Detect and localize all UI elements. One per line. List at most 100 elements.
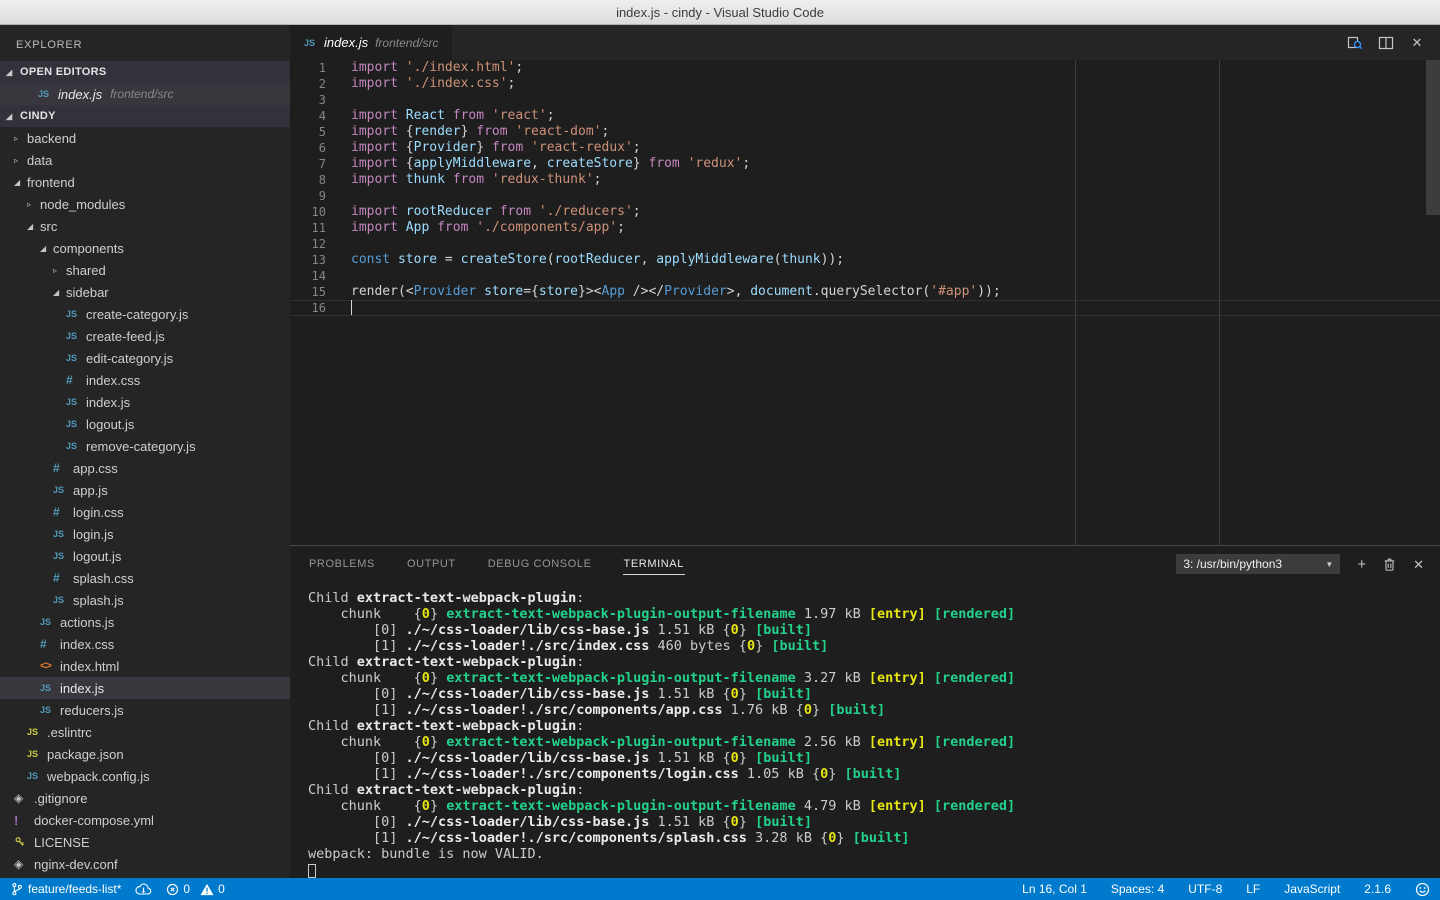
code-editor[interactable]: 1import './index.html';2import './index.… (290, 60, 1440, 545)
code-line-4[interactable]: 4import React from 'react'; (290, 108, 1440, 124)
code-line-13[interactable]: 13const store = createStore(rootReducer,… (290, 252, 1440, 268)
code-line-16[interactable]: 16 (290, 300, 1440, 316)
tree-file--eslintrc[interactable]: JS.eslintrc (0, 721, 290, 743)
terminal-picker[interactable]: 3: /usr/bin/python3 ▼ (1176, 554, 1340, 574)
tree-file-create-feed-js[interactable]: JScreate-feed.js (0, 325, 290, 347)
panel-tab-debug-console[interactable]: DEBUG CONSOLE (487, 554, 593, 574)
tree-file-app-js[interactable]: JSapp.js (0, 479, 290, 501)
tree-file-reducers-js[interactable]: JSreducers.js (0, 699, 290, 721)
tree-file-splash-js[interactable]: JSsplash.js (0, 589, 290, 611)
panel-header: PROBLEMS OUTPUT DEBUG CONSOLE TERMINAL 3: /… (290, 546, 1440, 582)
code-line-10[interactable]: 10import rootReducer from './reducers'; (290, 204, 1440, 220)
status-language-mode[interactable]: JavaScript (1284, 882, 1340, 896)
tree-file-index-html[interactable]: <>index.html (0, 655, 290, 677)
tree-file-login-js[interactable]: JSlogin.js (0, 523, 290, 545)
terminal-line (308, 862, 1440, 878)
git-branch-item[interactable]: feature/feeds-list* (10, 882, 121, 896)
tree-file-index-css[interactable]: #index.css (0, 369, 290, 391)
line-number: 15 (290, 284, 326, 300)
tree-file-create-category-js[interactable]: JScreate-category.js (0, 303, 290, 325)
tree-file-login-css[interactable]: #login.css (0, 501, 290, 523)
code-line-6[interactable]: 6import {Provider} from 'react-redux'; (290, 140, 1440, 156)
code-line-2[interactable]: 2import './index.css'; (290, 76, 1440, 92)
code-line-1[interactable]: 1import './index.html'; (290, 60, 1440, 76)
code-line-3[interactable]: 3 (290, 92, 1440, 108)
tab-detail: frontend/src (375, 36, 438, 50)
tree-file-remove-category-js[interactable]: JSremove-category.js (0, 435, 290, 457)
tree-folder-src[interactable]: ◢src (0, 215, 290, 237)
folder-section-header[interactable]: ◢ CINDY (0, 105, 290, 127)
tree-file-logout-js[interactable]: JSlogout.js (0, 545, 290, 567)
open-preview-icon[interactable] (1347, 35, 1363, 51)
problems-item[interactable]: 0 0 (166, 882, 224, 896)
editor-actions: ✕ (1347, 25, 1440, 60)
tree-file-app-css[interactable]: #app.css (0, 457, 290, 479)
code-line-7[interactable]: 7import {applyMiddleware, createStore} f… (290, 156, 1440, 172)
code-line-5[interactable]: 5import {render} from 'react-dom'; (290, 124, 1440, 140)
tree-file-package-json[interactable]: JSpackage.json (0, 743, 290, 765)
panel-tab-problems[interactable]: PROBLEMS (308, 554, 376, 574)
open-editor-item[interactable]: JSindex.jsfrontend/src (0, 83, 290, 105)
editor-scrollbar[interactable] (1426, 60, 1440, 215)
tab-title: index.js (324, 35, 368, 50)
panel-tab-output[interactable]: OUTPUT (406, 554, 457, 574)
tree-file-license[interactable]: LICENSE (0, 831, 290, 853)
code-line-14[interactable]: 14 (290, 268, 1440, 284)
tree-file-webpack-config-js[interactable]: JSwebpack.config.js (0, 765, 290, 787)
code-line-11[interactable]: 11import App from './components/app'; (290, 220, 1440, 236)
terminal-output[interactable]: Child extract-text-webpack-plugin: chunk… (290, 582, 1440, 878)
tab-index-js[interactable]: JS index.js frontend/src (290, 25, 452, 60)
tree-folder-backend[interactable]: ▹backend (0, 127, 290, 149)
tree-folder-data[interactable]: ▹data (0, 149, 290, 171)
new-terminal-icon[interactable]: + (1357, 557, 1366, 572)
tree-item-label: node_modules (40, 197, 125, 212)
js-file-icon: JS (27, 771, 44, 781)
title-bar: index.js - cindy - Visual Studio Code (0, 0, 1440, 25)
code-text: import thunk from 'redux-thunk'; (351, 172, 601, 188)
close-panel-icon[interactable]: ✕ (1413, 558, 1424, 571)
tree-item-label: create-feed.js (86, 329, 165, 344)
workbench: EXPLORER ◢ OPEN EDITORS JSindex.jsfronte… (0, 25, 1440, 878)
js-file-icon: JS (40, 705, 57, 715)
tree-file-index-css[interactable]: #index.css (0, 633, 290, 655)
code-line-9[interactable]: 9 (290, 188, 1440, 204)
tree-folder-sidebar[interactable]: ◢sidebar (0, 281, 290, 303)
line-number: 1 (290, 60, 326, 76)
tree-file--gitignore[interactable]: ◈.gitignore (0, 787, 290, 809)
status-indentation[interactable]: Spaces: 4 (1111, 882, 1164, 896)
tree-file-splash-css[interactable]: #splash.css (0, 567, 290, 589)
code-line-12[interactable]: 12 (290, 236, 1440, 252)
code-text: import './index.css'; (351, 76, 515, 92)
tree-file-index-js[interactable]: JSindex.js (0, 391, 290, 413)
kill-terminal-icon[interactable] (1383, 557, 1396, 571)
tree-file-logout-js[interactable]: JSlogout.js (0, 413, 290, 435)
tree-file-actions-js[interactable]: JSactions.js (0, 611, 290, 633)
tree-file-edit-category-js[interactable]: JSedit-category.js (0, 347, 290, 369)
terminal-line: webpack: bundle is now VALID. (308, 846, 1440, 862)
code-line-8[interactable]: 8import thunk from 'redux-thunk'; (290, 172, 1440, 188)
chevron-collapsed-icon: ▹ (14, 156, 27, 165)
error-count: 0 (183, 882, 190, 896)
close-editor-icon[interactable]: ✕ (1409, 35, 1425, 51)
tree-file-docker-compose-yml[interactable]: !docker-compose.yml (0, 809, 290, 831)
tree-file-nginx-dev-conf[interactable]: ◈nginx-dev.conf (0, 853, 290, 875)
status-encoding[interactable]: UTF-8 (1188, 882, 1222, 896)
open-editors-list: JSindex.jsfrontend/src (0, 83, 290, 105)
code-line-15[interactable]: 15render(<Provider store={store}><App />… (290, 284, 1440, 300)
tree-folder-node-modules[interactable]: ▹node_modules (0, 193, 290, 215)
tree-folder-shared[interactable]: ▹shared (0, 259, 290, 281)
tree-folder-components[interactable]: ◢components (0, 237, 290, 259)
open-editors-header[interactable]: ◢ OPEN EDITORS (0, 61, 290, 83)
tree-item-label: .gitignore (34, 791, 87, 806)
panel-tab-terminal[interactable]: TERMINAL (623, 554, 685, 575)
split-editor-icon[interactable] (1378, 35, 1394, 51)
tree-file-index-js[interactable]: JSindex.js (0, 677, 290, 699)
jsy-file-icon: JS (27, 727, 44, 737)
feedback-smiley-icon[interactable] (1415, 882, 1430, 897)
file-tree: ▹backend▹data◢frontend▹node_modules◢src◢… (0, 127, 290, 875)
status-eol[interactable]: LF (1246, 882, 1260, 896)
tree-folder-frontend[interactable]: ◢frontend (0, 171, 290, 193)
status-cursor-position[interactable]: Ln 16, Col 1 (1022, 882, 1087, 896)
status-version[interactable]: 2.1.6 (1364, 882, 1391, 896)
sync-button[interactable] (135, 883, 152, 896)
